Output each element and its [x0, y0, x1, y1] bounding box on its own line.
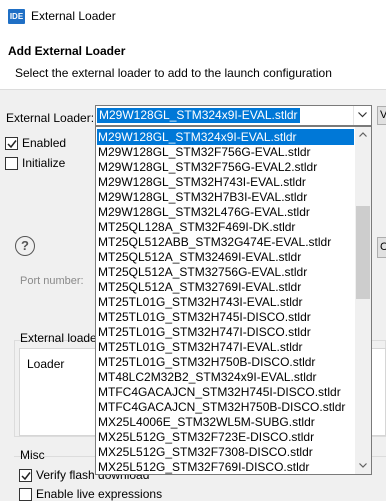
dropdown-item[interactable]: MX25L512G_STM32F769I-DISCO.stldr	[97, 459, 354, 474]
checkmark-icon	[7, 140, 17, 149]
dropdown-item[interactable]: MT25TL01G_STM32H747I-EVAL.stldr	[97, 339, 354, 355]
dropdown-item[interactable]: MT25QL512A_STM32769I-EVAL.stldr	[97, 279, 354, 295]
dropdown-item[interactable]: M29W128GL_STM32H7B3I-EVAL.stldr	[97, 189, 354, 205]
chevron-down-icon	[359, 463, 367, 468]
dropdown-item[interactable]: MT25TL01G_STM32H745I-DISCO.stldr	[97, 309, 354, 325]
dropdown-item[interactable]: MX25L512G_STM32F7308-DISCO.stldr	[97, 444, 354, 460]
combo-selected-value: M29W128GL_STM324x9I-EVAL.stldr	[97, 108, 300, 123]
window-title: External Loader	[31, 9, 116, 23]
enabled-label: Enabled	[22, 136, 67, 150]
dropdown-item[interactable]: M29W128GL_STM324x9I-EVAL.stldr	[97, 129, 354, 145]
verify-flash-checkbox[interactable]	[19, 469, 32, 482]
combo-dropdown-button[interactable]	[353, 106, 371, 125]
initialize-checkbox[interactable]	[5, 157, 18, 170]
dropdown-item[interactable]: M29W128GL_STM32H743I-EVAL.stldr	[97, 174, 354, 190]
dropdown-item[interactable]: MTFC4GACAJCN_STM32H750B-DISCO.stldr	[97, 399, 354, 415]
external-loader-combo[interactable]: M29W128GL_STM324x9I-EVAL.stldr	[95, 105, 372, 126]
dropdown-item[interactable]: MT25QL512A_STM32469I-EVAL.stldr	[97, 249, 354, 265]
live-expressions-checkbox[interactable]	[19, 488, 32, 501]
dialog-header	[0, 33, 386, 90]
chevron-up-icon	[359, 132, 367, 137]
external-loader-label: External Loader:	[6, 111, 95, 125]
ide-app-icon: IDE	[8, 9, 25, 24]
dialog-subtitle: Select the external loader to add to the…	[15, 66, 332, 80]
loader-dropdown-list[interactable]: M29W128GL_STM324x9I-EVAL.stldr M29W128GL_…	[95, 126, 372, 475]
dropdown-item[interactable]: MX25L4006E_STM32WL5M-SUBG.stldr	[97, 414, 354, 430]
dropdown-item[interactable]: MX25L512G_STM32F723E-DISCO.stldr	[97, 429, 354, 445]
side-button[interactable]: V	[377, 106, 386, 125]
dropdown-item[interactable]: MT25TL01G_STM32H743I-EVAL.stldr	[97, 294, 354, 310]
enabled-checkbox[interactable]	[5, 137, 18, 150]
chevron-down-icon	[358, 112, 367, 118]
live-expressions-label: Enable live expressions	[36, 487, 163, 501]
dropdown-item[interactable]: MTFC4GACAJCN_STM32H745I-DISCO.stldr	[97, 384, 354, 400]
dropdown-item[interactable]: M29W128GL_STM32F756G-EVAL2.stldr	[97, 159, 354, 175]
dropdown-item[interactable]: MT25QL128A_STM32F469I-DK.stldr	[97, 219, 354, 235]
dropdown-scrollbar[interactable]	[355, 127, 371, 474]
external-loaders-group-label: External loade	[20, 331, 97, 345]
scroll-up-button[interactable]	[355, 127, 371, 143]
dropdown-item[interactable]: M29W128GL_STM32L476G-EVAL.stldr	[97, 204, 354, 220]
port-number-label: Port number:	[20, 275, 84, 287]
dropdown-item[interactable]: M29W128GL_STM32F756G-EVAL.stldr	[97, 144, 354, 160]
dropdown-item[interactable]: MT25TL01G_STM32H750B-DISCO.stldr	[97, 354, 354, 370]
dropdown-item[interactable]: MT48LC2M32B2_STM324x9I-EVAL.stldr	[97, 369, 354, 385]
loader-column-header: Loader	[27, 357, 65, 371]
right-button[interactable]: C	[377, 237, 386, 258]
misc-group-label: Misc	[20, 448, 45, 462]
help-icon[interactable]: ?	[15, 236, 35, 256]
dropdown-item[interactable]: MT25QL512A_STM32756G-EVAL.stldr	[97, 264, 354, 280]
dialog-title: Add External Loader	[8, 44, 126, 58]
initialize-label: Initialize	[22, 156, 66, 170]
checkmark-icon	[21, 472, 31, 481]
dropdown-item[interactable]: MT25TL01G_STM32H747I-DISCO.stldr	[97, 324, 354, 340]
dropdown-item[interactable]: MT25QL512ABB_STM32G474E-EVAL.stldr	[97, 234, 354, 250]
scrollbar-thumb[interactable]	[356, 206, 370, 299]
scroll-down-button[interactable]	[355, 458, 371, 474]
